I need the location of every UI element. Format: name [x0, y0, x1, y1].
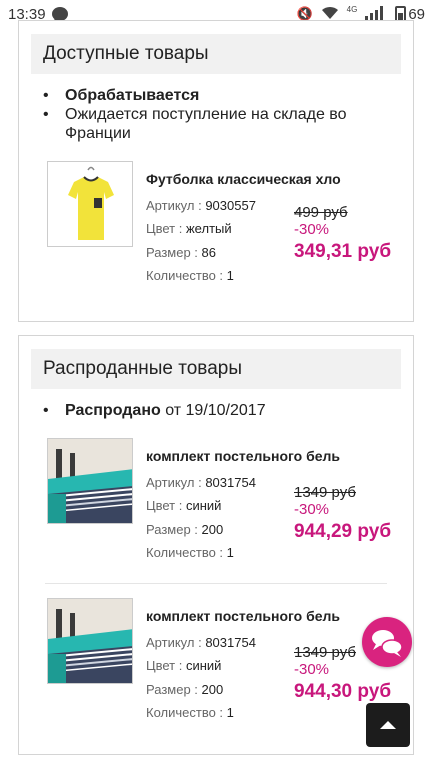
order-item[interactable]: комплект постельного бель Артикул : 8031… — [19, 438, 415, 578]
quantity-row: Количество : 1 — [146, 268, 234, 283]
scroll-to-top-button[interactable] — [366, 703, 410, 747]
discount-badge: -30% — [294, 501, 330, 518]
available-items-title: Доступные товары — [31, 34, 401, 74]
quantity-value: 1 — [226, 545, 234, 560]
sku-row: Артикул : 8031754 — [146, 475, 256, 490]
discount-badge: -30% — [294, 661, 330, 678]
status-date: от 19/10/2017 — [160, 402, 266, 419]
product-name[interactable]: комплект постельного бель — [146, 448, 340, 464]
item-divider — [45, 583, 387, 584]
new-price: 349,31 руб — [294, 241, 392, 262]
color-row: Цвет : желтый — [146, 221, 232, 236]
product-image-bedding[interactable] — [47, 438, 133, 524]
status-bold: Обрабатывается — [65, 87, 200, 104]
available-items-card: Доступные товары Обрабатывается Ожидаетс… — [18, 20, 414, 322]
old-price: 1349 руб — [294, 484, 356, 501]
new-price: 944,29 руб — [294, 521, 392, 542]
status-bold: Распродано — [65, 402, 161, 419]
sku-value: 8031754 — [205, 635, 256, 650]
quantity-value: 1 — [226, 705, 234, 720]
color-row: Цвет : синий — [146, 658, 222, 673]
quantity-row: Количество : 1 — [146, 705, 234, 720]
color-value: желтый — [185, 221, 232, 236]
chat-notification-icon — [51, 7, 68, 24]
color-value: синий — [185, 658, 222, 673]
product-name[interactable]: комплект постельного бель — [146, 608, 340, 624]
sold-status-list: Распродано от 19/10/2017 — [19, 389, 413, 420]
quantity-row: Количество : 1 — [146, 545, 234, 560]
sku-row: Артикул : 8031754 — [146, 635, 256, 650]
old-price: 499 руб — [294, 204, 348, 221]
chat-button[interactable] — [362, 617, 412, 667]
product-image-tshirt[interactable] — [47, 161, 133, 247]
color-row: Цвет : синий — [146, 498, 222, 513]
sku-value: 9030557 — [205, 198, 256, 213]
sku-row: Артикул : 9030557 — [146, 198, 256, 213]
chat-bubbles-icon — [372, 630, 403, 657]
status-bullet: Распродано от 19/10/2017 — [43, 401, 401, 420]
status-bullet: Обрабатывается — [43, 86, 401, 105]
discount-badge: -30% — [294, 221, 330, 238]
available-status-list: Обрабатывается Ожидается поступление на … — [19, 74, 413, 143]
quantity-value: 1 — [226, 268, 234, 283]
order-item[interactable]: комплект постельного бель Артикул : 8031… — [19, 598, 415, 738]
size-row: Размер : 200 — [146, 682, 224, 697]
status-bullet: Ожидается поступление на складе во Франц… — [43, 105, 401, 143]
size-value: 86 — [201, 245, 216, 260]
size-value: 200 — [201, 522, 224, 537]
size-value: 200 — [201, 682, 224, 697]
sku-value: 8031754 — [205, 475, 256, 490]
status-text: Ожидается поступление на складе во Франц… — [65, 106, 347, 142]
size-row: Размер : 200 — [146, 522, 224, 537]
color-value: синий — [185, 498, 222, 513]
old-price: 1349 руб — [294, 644, 356, 661]
size-row: Размер : 86 — [146, 245, 216, 260]
sold-items-title: Распроданные товары — [31, 349, 401, 389]
product-name[interactable]: Футболка классическая хло — [146, 171, 341, 187]
signal-4g-icon: 4G — [346, 4, 358, 14]
product-image-bedding[interactable] — [47, 598, 133, 684]
new-price: 944,30 руб — [294, 681, 392, 702]
sold-items-card: Распроданные товары Распродано от 19/10/… — [18, 335, 414, 755]
order-item[interactable]: Футболка классическая хло Артикул : 9030… — [19, 161, 415, 311]
